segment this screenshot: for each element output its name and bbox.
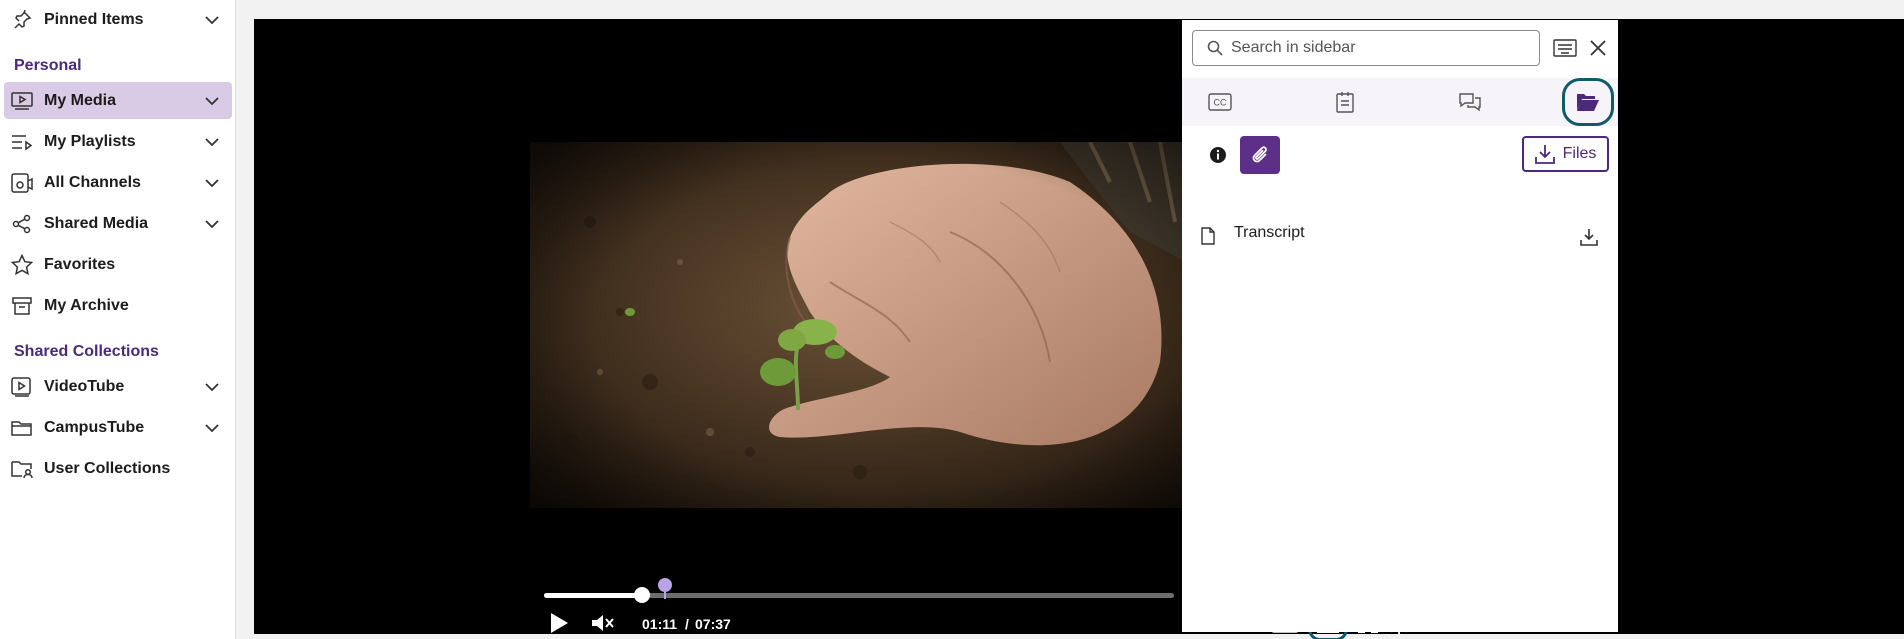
nav-item-favorites[interactable]: Favorites	[4, 246, 232, 283]
chapter-marker-line	[664, 589, 666, 599]
transcript-view-button[interactable]	[1552, 36, 1578, 60]
nav-item-my-archive[interactable]: My Archive	[4, 287, 232, 324]
video-collection-icon	[10, 375, 34, 399]
volume-icon	[592, 615, 614, 631]
play-button[interactable]	[546, 610, 572, 636]
nav-label: Favorites	[44, 255, 116, 273]
nav-item-campustube[interactable]: CampusTube	[4, 409, 232, 446]
nav-item-my-playlists[interactable]: My Playlists	[4, 123, 232, 160]
comments-icon	[1459, 93, 1481, 112]
svg-text:CC: CC	[1214, 98, 1227, 108]
left-navigation: Pinned Items Personal My Media My Playli…	[0, 0, 236, 639]
playlist-icon	[10, 130, 34, 154]
keyboard-icon	[1553, 39, 1577, 57]
download-icon	[1534, 145, 1555, 164]
nav-item-pinned-items[interactable]: Pinned Items	[4, 1, 232, 38]
media-icon	[10, 89, 34, 113]
info-icon	[1210, 147, 1226, 163]
download-icon	[1580, 229, 1598, 246]
sidebar-search[interactable]	[1192, 30, 1540, 66]
sidebar-tabs: CC	[1182, 78, 1618, 126]
nav-item-user-collections[interactable]: User Collections	[4, 450, 232, 487]
archive-icon	[10, 294, 34, 318]
nav-label: My Playlists	[44, 132, 136, 150]
folder-icon	[10, 416, 34, 440]
nav-label: My Archive	[44, 296, 129, 314]
chevron-down-icon[interactable]	[202, 91, 222, 111]
nav-label: VideoTube	[44, 377, 125, 395]
folder-open-icon	[1577, 94, 1599, 111]
file-name: Transcript	[1234, 224, 1305, 241]
pin-icon	[10, 8, 34, 32]
tab-comments[interactable]	[1450, 82, 1490, 122]
download-files-button[interactable]: Files	[1522, 136, 1609, 172]
section-heading-personal: Personal	[14, 57, 82, 74]
files-button-label: Files	[1562, 145, 1597, 162]
cc-icon: CC	[1208, 93, 1232, 111]
progress-bar[interactable]	[544, 587, 1174, 603]
attachments-button[interactable]	[1240, 136, 1280, 174]
video-player[interactable]: 01:11 / 07:37 CC HD	[254, 19, 1904, 639]
chevron-down-icon[interactable]	[202, 10, 222, 30]
channel-icon	[10, 171, 34, 195]
chevron-down-icon[interactable]	[202, 173, 222, 193]
nav-item-videotube[interactable]: VideoTube	[4, 368, 232, 405]
chevron-down-icon[interactable]	[202, 377, 222, 397]
nav-item-all-channels[interactable]: All Channels	[4, 164, 232, 201]
user-folder-icon	[10, 457, 34, 481]
nav-label: My Media	[44, 91, 117, 109]
search-icon	[1207, 39, 1225, 57]
nav-label: Shared Media	[44, 214, 149, 232]
close-icon	[1590, 40, 1606, 56]
nav-label: Pinned Items	[44, 10, 144, 28]
nav-label: All Channels	[44, 173, 141, 191]
tab-files[interactable]	[1562, 78, 1614, 126]
tab-captions[interactable]: CC	[1200, 82, 1240, 122]
player-sidebar: CC Files	[1182, 20, 1618, 632]
play-icon	[551, 613, 568, 633]
star-icon	[10, 253, 34, 277]
current-time: 01:11	[642, 616, 678, 632]
document-icon	[1200, 226, 1216, 246]
download-file-button[interactable]	[1578, 226, 1600, 248]
progress-fill	[544, 593, 642, 598]
info-button[interactable]	[1198, 136, 1238, 174]
video-still-image	[530, 142, 1186, 508]
nav-item-shared-media[interactable]: Shared Media	[4, 205, 232, 242]
notes-icon	[1336, 92, 1354, 113]
chevron-down-icon[interactable]	[202, 418, 222, 438]
search-input[interactable]	[1231, 39, 1531, 57]
paperclip-icon	[1252, 146, 1267, 163]
tab-notes[interactable]	[1325, 82, 1365, 122]
nav-item-my-media[interactable]: My Media	[4, 82, 232, 119]
chevron-down-icon[interactable]	[202, 132, 222, 152]
nav-label: User Collections	[44, 459, 171, 477]
file-list-item[interactable]: Transcript	[1182, 210, 1618, 256]
share-icon	[10, 212, 34, 236]
nav-label: CampusTube	[44, 418, 145, 436]
progress-handle[interactable]	[633, 587, 650, 603]
video-frame[interactable]	[530, 142, 1186, 508]
time-separator: /	[685, 616, 689, 632]
close-sidebar-button[interactable]	[1586, 36, 1610, 60]
mute-button[interactable]	[590, 610, 616, 636]
chevron-down-icon[interactable]	[202, 214, 222, 234]
section-heading-shared-collections: Shared Collections	[14, 343, 159, 360]
duration: 07:37	[695, 616, 731, 632]
